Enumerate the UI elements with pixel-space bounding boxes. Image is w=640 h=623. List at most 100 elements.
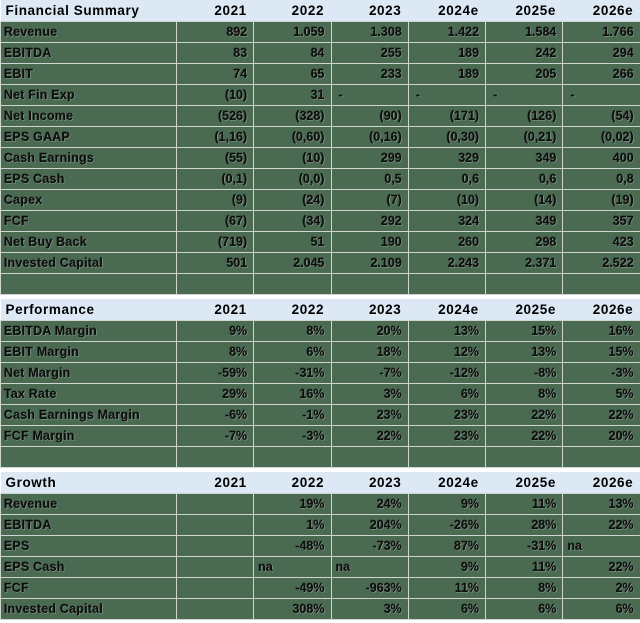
row-value-cell: 329 — [407, 147, 487, 169]
row-value-cell: -963% — [330, 577, 409, 599]
row-value-cell: 892 — [175, 21, 255, 43]
row-value-cell: 83 — [175, 42, 255, 64]
row-value-cell: 16% — [253, 383, 332, 405]
row-value-cell: 0,5 — [330, 168, 409, 190]
row-label: FCF Margin — [0, 425, 177, 447]
row-label: Invested Capital — [0, 252, 177, 274]
row-value-cell: 6% — [562, 598, 640, 620]
table-row: Cash Earnings Margin -6% -1% 23% 23% 22% 22% — [0, 404, 640, 426]
row-value-cell: 357 — [562, 210, 640, 232]
table-row: Net Income (526) (328) (90) (171) (126) (54) — [0, 105, 640, 127]
row-value-cell: 6% — [407, 598, 487, 620]
row-value-cell: 13% — [562, 493, 640, 515]
row-value-cell: 84 — [253, 42, 332, 64]
spacer-cell — [175, 446, 255, 468]
row-value-cell: 31 — [253, 84, 332, 106]
row-value-cell: -59% — [175, 362, 255, 384]
row-label: Net Income — [0, 105, 177, 127]
row-value-cell: (0,60) — [253, 126, 332, 148]
row-value-cell: -49% — [253, 577, 332, 599]
row-value-cell: 22% — [562, 514, 640, 536]
column-header-year: 2023 — [331, 299, 409, 321]
row-value-cell: 2.045 — [253, 252, 332, 274]
row-value-cell: -12% — [407, 362, 487, 384]
table-row: Net Margin -59% -31% -7% -12% -8% -3% — [0, 362, 640, 384]
table-row: FCF (67) (34) 292 324 349 357 — [0, 210, 640, 232]
row-value-cell: 2.522 — [562, 252, 640, 274]
row-label: Cash Earnings — [0, 147, 177, 169]
row-label: Tax Rate — [0, 383, 177, 405]
row-value-cell: (54) — [562, 105, 640, 127]
row-value-cell: 87% — [407, 535, 487, 557]
row-value-cell: 24% — [330, 493, 409, 515]
row-label: FCF — [0, 577, 177, 599]
row-value-cell: 8% — [175, 341, 255, 363]
spacer-cell — [407, 273, 487, 295]
row-value-cell: na — [562, 535, 640, 557]
row-value-cell: - — [407, 84, 487, 106]
row-value-cell: (9) — [175, 189, 255, 211]
row-value-cell: 1.584 — [485, 21, 564, 43]
row-value-cell: (171) — [407, 105, 487, 127]
row-label: Invested Capital — [0, 598, 177, 620]
table-row: EBIT 74 65 233 189 205 266 — [0, 63, 640, 85]
row-value-cell: (10) — [407, 189, 487, 211]
row-value-cell: 2% — [562, 577, 640, 599]
row-value-cell: -1% — [253, 404, 332, 426]
row-value-cell: 349 — [485, 147, 564, 169]
row-value-cell: (719) — [175, 231, 255, 253]
row-value-cell: 9% — [175, 320, 255, 342]
row-value-cell: (34) — [253, 210, 332, 232]
column-header-year: 2023 — [331, 472, 409, 494]
row-value-cell: -48% — [253, 535, 332, 557]
row-value-cell: 28% — [485, 514, 564, 536]
table-row: Cash Earnings (55) (10) 299 329 349 400 — [0, 147, 640, 169]
row-label: Capex — [0, 189, 177, 211]
row-label: EBIT — [0, 63, 177, 85]
row-value-cell: 13% — [485, 341, 564, 363]
column-header-year: 2023 — [331, 0, 409, 22]
row-value-cell — [175, 493, 255, 515]
column-header-year: 2022 — [253, 299, 332, 321]
row-value-cell: 29% — [175, 383, 255, 405]
row-value-cell: 205 — [485, 63, 564, 85]
row-label: EPS Cash — [0, 168, 177, 190]
row-value-cell: -73% — [330, 535, 409, 557]
row-value-cell: 9% — [407, 493, 487, 515]
row-value-cell: 15% — [485, 320, 564, 342]
row-value-cell: 400 — [562, 147, 640, 169]
row-value-cell: 16% — [562, 320, 640, 342]
section-title: Financial Summary — [0, 0, 177, 22]
row-value-cell: 20% — [562, 425, 640, 447]
row-value-cell: (10) — [175, 84, 255, 106]
column-header-year: 2024e — [408, 472, 486, 494]
column-header-year: 2025e — [485, 0, 563, 22]
row-value-cell: (0,16) — [330, 126, 409, 148]
spacer-cell — [253, 273, 332, 295]
row-value-cell: (24) — [253, 189, 332, 211]
row-value-cell: na — [330, 556, 409, 578]
row-value-cell: (0,30) — [407, 126, 487, 148]
row-value-cell: (10) — [253, 147, 332, 169]
column-header-year: 2021 — [176, 299, 254, 321]
row-value-cell: (90) — [330, 105, 409, 127]
spacer-cell — [407, 446, 487, 468]
row-value-cell: 292 — [330, 210, 409, 232]
row-value-cell: 11% — [485, 493, 564, 515]
row-value-cell: 3% — [330, 383, 409, 405]
row-value-cell: (19) — [562, 189, 640, 211]
spacer-row — [0, 273, 640, 295]
row-value-cell: 1.766 — [562, 21, 640, 43]
row-value-cell: 22% — [562, 404, 640, 426]
table-body: Financial Summary 2021 2022 2023 2024e 2025e 2… — [0, 0, 640, 620]
row-label: EBIT Margin — [0, 341, 177, 363]
row-value-cell: 0,6 — [407, 168, 487, 190]
column-header-year: 2021 — [176, 0, 254, 22]
row-value-cell: (7) — [330, 189, 409, 211]
row-value-cell: 260 — [407, 231, 487, 253]
financial-tables: Financial Summary 2021 2022 2023 2024e 2025e 2… — [0, 0, 640, 620]
spacer-cell — [0, 273, 177, 295]
row-value-cell: -6% — [175, 404, 255, 426]
row-value-cell: (126) — [485, 105, 564, 127]
row-label: EPS Cash — [0, 556, 177, 578]
